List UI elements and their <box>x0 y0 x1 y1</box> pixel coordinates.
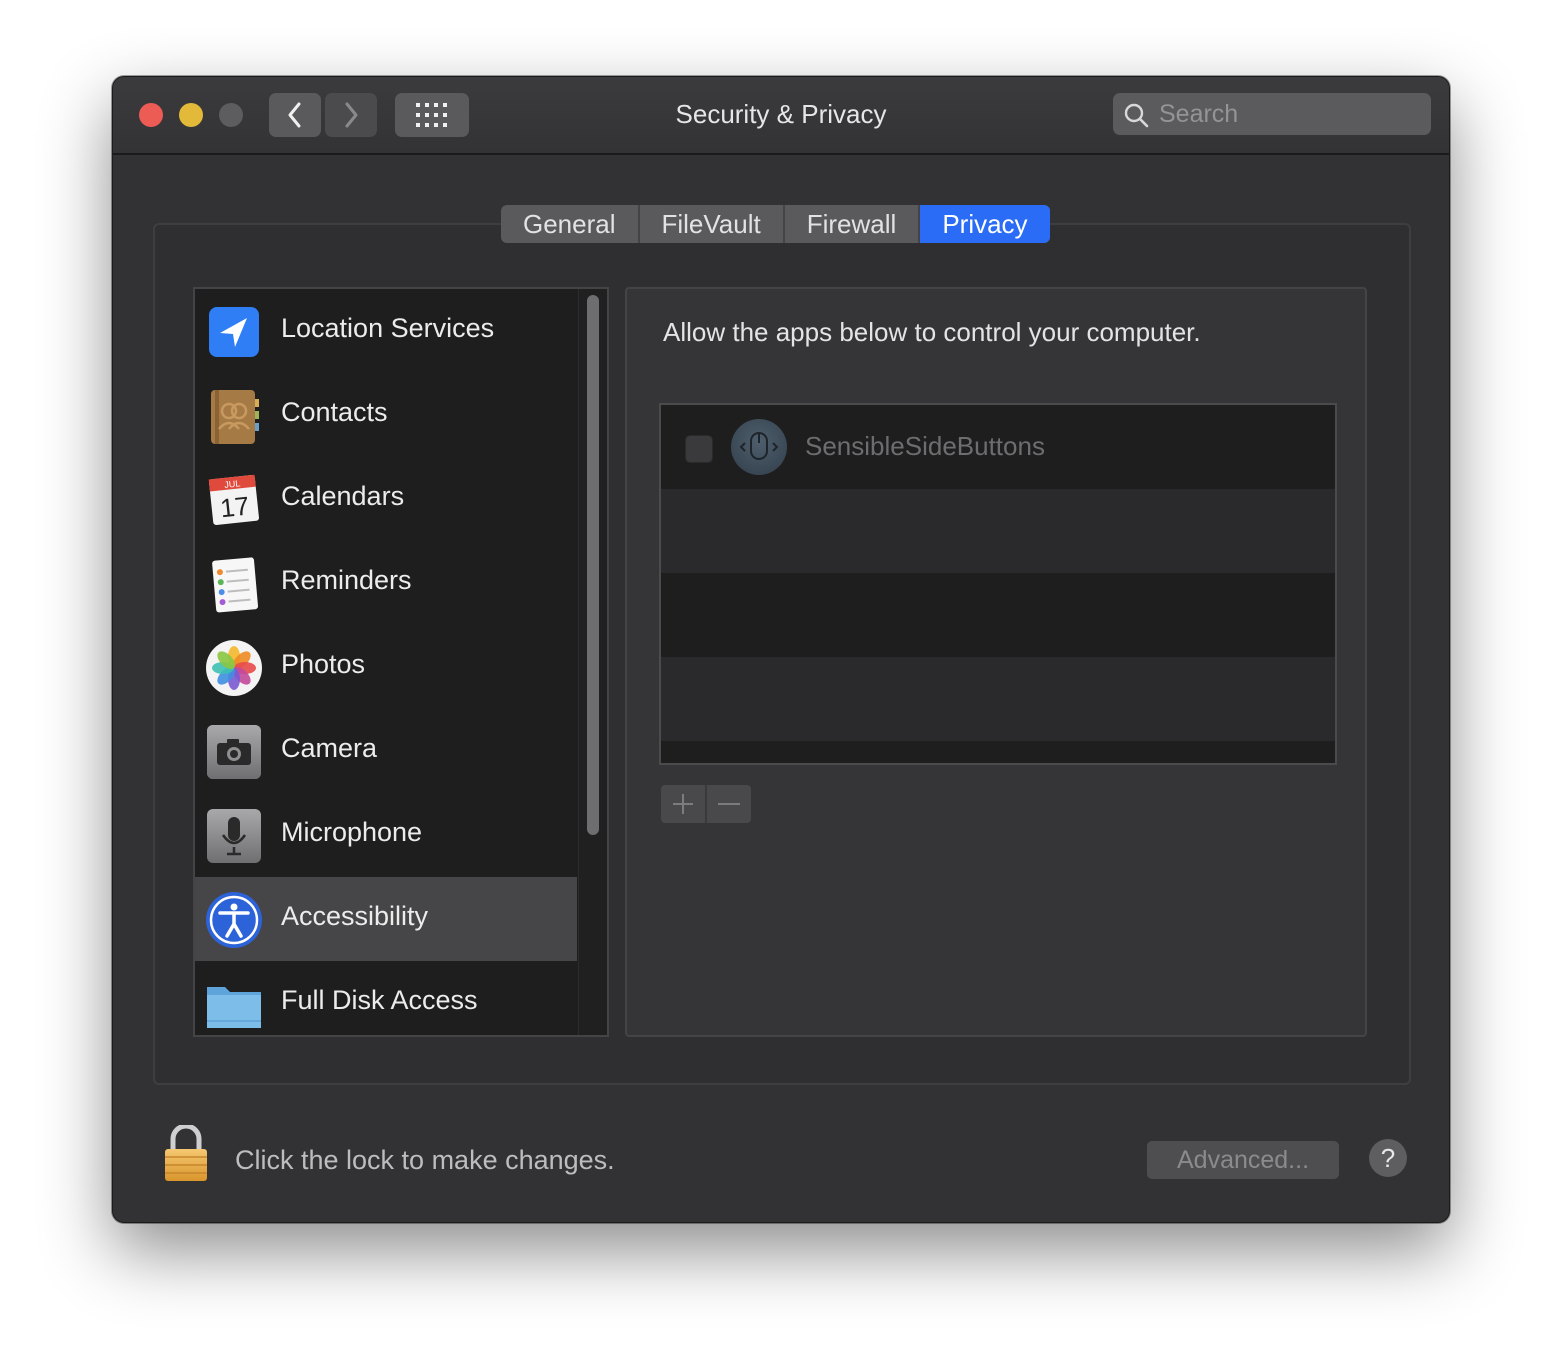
lock-message: Click the lock to make changes. <box>235 1145 615 1175</box>
sidebar-item-label: Camera <box>281 733 378 763</box>
sidebar-item-label: Accessibility <box>281 901 429 931</box>
tab-firewall[interactable]: Firewall <box>785 205 921 243</box>
sidebar-item-label: Reminders <box>281 565 412 595</box>
sidebar-item-label: Full Disk Access <box>281 985 478 1015</box>
accessibility-icon <box>206 892 262 948</box>
app-name: SensibleSideButtons <box>805 431 1045 461</box>
calendar-icon-day: 17 <box>219 491 251 524</box>
calendar-icon-month: JUL <box>224 478 241 490</box>
sidebar-item-label: Photos <box>281 649 366 679</box>
tab-general[interactable]: General <box>501 205 640 243</box>
contacts-book-icon <box>211 390 259 444</box>
empty-row <box>661 573 1335 657</box>
sidebar-item-contacts[interactable]: Contacts <box>195 373 577 457</box>
help-button[interactable]: ? <box>1369 1139 1407 1177</box>
sidebar-item-label: Calendars <box>281 481 405 511</box>
search-field[interactable]: Search <box>1113 93 1431 135</box>
title-bar: Security & Privacy Search <box>113 77 1449 155</box>
photos-flower-icon <box>206 640 262 696</box>
add-app-button[interactable] <box>661 785 705 823</box>
sidebar-scrollbar[interactable] <box>578 289 607 1035</box>
sidebar-item-label: Location Services <box>281 313 495 343</box>
sidebar-item-label: Microphone <box>281 817 423 847</box>
add-remove-control <box>661 785 751 823</box>
sidebar-item-location-services[interactable]: Location Services <box>195 289 577 373</box>
tab-privacy[interactable]: Privacy <box>920 205 1050 243</box>
sidebar-item-microphone[interactable]: Microphone <box>195 793 577 877</box>
sidebar-item-accessibility[interactable]: Accessibility <box>195 877 577 961</box>
advanced-button[interactable]: Advanced... <box>1147 1141 1339 1179</box>
list-item[interactable]: SensibleSideButtons <box>661 405 1335 489</box>
plus-icon <box>673 794 693 814</box>
security-privacy-window: Security & Privacy Search General FileVa… <box>112 76 1450 1223</box>
empty-row <box>661 657 1335 741</box>
panel-description: Allow the apps below to control your com… <box>663 317 1201 347</box>
lock-icon[interactable] <box>163 1125 209 1183</box>
empty-row <box>661 489 1335 573</box>
folder-icon <box>207 987 261 1028</box>
sidebar-item-camera[interactable]: Camera <box>195 709 577 793</box>
location-arrow-icon <box>209 307 259 357</box>
accessibility-settings-panel: Allow the apps below to control your com… <box>625 287 1367 1037</box>
sidebar-item-label: Contacts <box>281 397 388 427</box>
sidebar-item-full-disk-access[interactable]: Full Disk Access <box>195 961 577 1035</box>
minus-icon <box>718 803 740 805</box>
sidebar-item-calendars[interactable]: JUL 17 Calendars <box>195 457 577 541</box>
reminders-list-icon <box>212 557 259 613</box>
scrollbar-thumb[interactable] <box>587 295 599 835</box>
privacy-category-list[interactable]: Location Services Contacts JUL 17 Calend… <box>193 287 609 1037</box>
calendar-icon: JUL 17 <box>208 474 259 525</box>
tab-bar: General FileVault Firewall Privacy <box>501 205 1050 243</box>
microphone-icon <box>207 809 261 863</box>
search-icon <box>1124 103 1149 128</box>
camera-icon <box>207 725 261 779</box>
mouse-app-icon <box>731 419 787 475</box>
remove-app-button[interactable] <box>705 785 751 823</box>
app-list[interactable]: SensibleSideButtons <box>659 403 1337 765</box>
empty-row <box>661 741 1335 763</box>
search-placeholder: Search <box>1159 100 1239 128</box>
sidebar-item-reminders[interactable]: Reminders <box>195 541 577 625</box>
tab-filevault[interactable]: FileVault <box>640 205 785 243</box>
app-enable-checkbox[interactable] <box>685 435 713 463</box>
sidebar-item-photos[interactable]: Photos <box>195 625 577 709</box>
